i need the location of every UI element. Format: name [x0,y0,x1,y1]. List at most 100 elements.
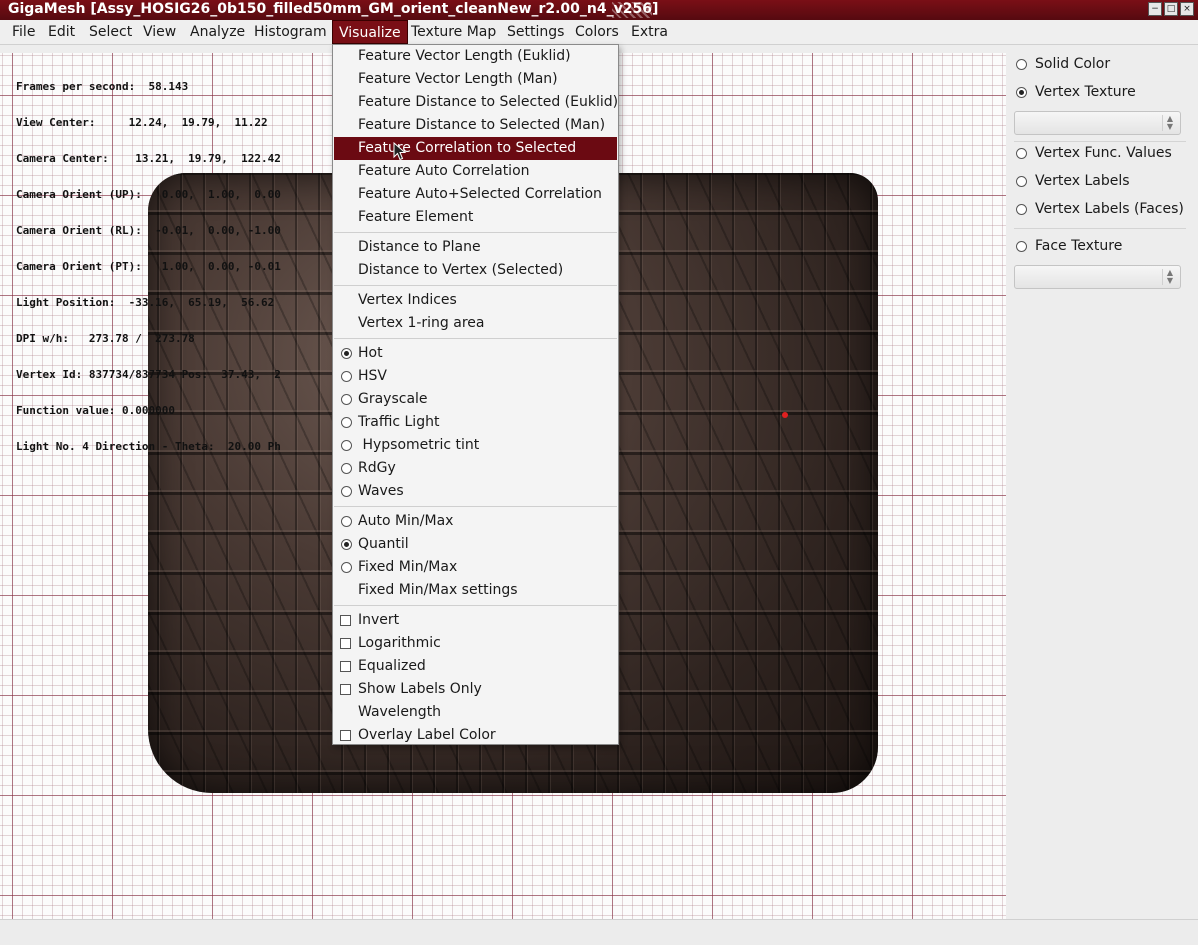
menu-visualize[interactable]: Visualize [332,20,408,44]
minimize-button[interactable]: − [1148,2,1162,16]
menu-item-logarithmic[interactable]: Logarithmic [334,632,617,655]
hud-line: Light Position: -33.16, 65.19, 56.62 [16,296,275,309]
hud-line: Function value: 0.000000 [16,404,175,417]
window-titlebar[interactable]: GigaMesh [Assy_HOSIG26_0b150_filled50mm_… [0,0,1198,20]
radio-button[interactable] [1016,203,1027,215]
hud-line: Light No. 4 Direction - Theta: 20.00 Ph [16,440,281,453]
radio-button[interactable] [1016,86,1027,98]
menu-item-show-labels-only[interactable]: Show Labels Only [334,678,617,701]
titlebar-grip [612,2,652,18]
face-texture-combo[interactable]: ▲ ▼ [1014,265,1181,289]
menu-extra[interactable]: Extra [625,20,674,44]
menu-separator [334,338,617,339]
menu-item-auto-min-max[interactable]: Auto Min/Max [334,510,617,533]
menu-edit[interactable]: Edit [42,20,81,44]
hud-line: Camera Orient (UP): 0.00, 1.00, 0.00 [16,188,281,201]
menu-item-colormap-hot[interactable]: Hot [334,342,617,365]
menu-item-feature-distance-selected-euklid[interactable]: Feature Distance to Selected (Euklid) [334,91,618,114]
menu-settings[interactable]: Settings [501,20,570,44]
radio-vertex-labels[interactable]: Vertex Labels [1016,170,1130,192]
menu-item-equalized[interactable]: Equalized [334,655,617,678]
menu-colors[interactable]: Colors [569,20,625,44]
menu-item-vertex-indices[interactable]: Vertex Indices [334,289,617,312]
radio-button[interactable] [341,463,352,474]
menu-separator [334,232,617,233]
menu-analyze[interactable]: Analyze [184,20,251,44]
radio-button[interactable] [341,440,352,451]
menu-item-feature-auto-correlation[interactable]: Feature Auto Correlation [334,160,617,183]
radio-label: Solid Color [1035,56,1111,72]
render-mode-panel: Solid Color Vertex Texture ▲ ▼ Vertex Fun… [1006,53,1198,919]
menu-item-quantil[interactable]: Quantil [334,533,617,556]
menu-item-colormap-grayscale[interactable]: Grayscale [334,388,617,411]
radio-vertex-labels-faces[interactable]: Vertex Labels (Faces) [1016,198,1184,220]
visualize-menu: Feature Vector Length (Euklid) Feature V… [332,44,619,745]
vertex-texture-combo[interactable]: ▲ ▼ [1014,111,1181,135]
radio-label: Vertex Texture [1035,84,1136,100]
radio-label: Vertex Labels (Faces) [1035,201,1184,217]
checkbox[interactable] [340,684,351,695]
window-controls: − □ × [1148,2,1194,16]
menu-item-colormap-waves[interactable]: Waves [334,480,617,503]
maximize-button[interactable]: □ [1164,2,1178,16]
menu-item-overlay-label-color[interactable]: Overlay Label Color [334,724,617,747]
radio-button[interactable] [1016,175,1027,187]
hud-line: Frames per second: 58.143 [16,80,189,93]
hud-line: Vertex Id: 837734/837734 Pos: 37.43, 2 [16,368,281,381]
window-title: GigaMesh [Assy_HOSIG26_0b150_filled50mm_… [8,1,659,17]
radio-button[interactable] [1016,240,1027,252]
radio-button[interactable] [341,417,352,428]
menu-item-fixed-min-max[interactable]: Fixed Min/Max [334,556,617,579]
menu-item-feature-auto-selected-correlation[interactable]: Feature Auto+Selected Correlation [334,183,617,206]
combo-arrows-icon: ▲ ▼ [1162,269,1177,285]
menu-item-fixed-min-max-settings[interactable]: Fixed Min/Max settings [334,579,617,602]
radio-button[interactable] [341,562,352,573]
menu-item-colormap-hsv[interactable]: HSV [334,365,617,388]
menu-separator [334,285,617,286]
menu-item-vertex-1-ring-area[interactable]: Vertex 1-ring area [334,312,617,335]
menu-histogram[interactable]: Histogram [248,20,333,44]
menu-item-feature-correlation-selected[interactable]: Feature Correlation to Selected [334,137,617,160]
hud-line: DPI w/h: 273.78 / 273.78 [16,332,195,345]
checkbox[interactable] [340,661,351,672]
menu-view[interactable]: View [137,20,182,44]
menu-item-colormap-traffic-light[interactable]: Traffic Light [334,411,617,434]
menu-texture-map[interactable]: Texture Map [405,20,502,44]
hud-line: View Center: 12.24, 19.79, 11.22 [16,116,268,129]
menu-item-colormap-hypsometric-tint[interactable]: Hypsometric tint [334,434,617,457]
radio-vertex-func-values[interactable]: Vertex Func. Values [1016,142,1172,164]
panel-separator [1014,228,1186,229]
close-button[interactable]: × [1180,2,1194,16]
radio-button[interactable] [341,539,352,550]
menu-separator [334,506,617,507]
checkbox[interactable] [340,615,351,626]
radio-face-texture[interactable]: Face Texture [1016,235,1122,257]
menu-file[interactable]: File [6,20,41,44]
menu-item-wavelength[interactable]: Wavelength [334,701,617,724]
menu-item-feature-vector-length-man[interactable]: Feature Vector Length (Man) [334,68,617,91]
radio-button[interactable] [341,486,352,497]
menu-item-colormap-rdgy[interactable]: RdGy [334,457,617,480]
menu-item-feature-distance-selected-man[interactable]: Feature Distance to Selected (Man) [334,114,617,137]
radio-vertex-texture[interactable]: Vertex Texture [1016,81,1136,103]
menu-select[interactable]: Select [83,20,138,44]
radio-solid-color[interactable]: Solid Color [1016,53,1110,75]
menu-item-invert[interactable]: Invert [334,609,617,632]
radio-button[interactable] [1016,58,1027,70]
checkbox[interactable] [340,638,351,649]
menu-item-distance-to-vertex[interactable]: Distance to Vertex (Selected) [334,259,617,282]
radio-button[interactable] [341,371,352,382]
hud-line: Camera Center: 13.21, 19.79, 122.42 [16,152,281,165]
menu-item-distance-to-plane[interactable]: Distance to Plane [334,236,617,259]
hud-line: Camera Orient (PT): 1.00, 0.00, -0.01 [16,260,281,273]
radio-button[interactable] [341,394,352,405]
hud-line: Camera Orient (RL): -0.01, 0.00, -1.00 [16,224,281,237]
selected-vertex-marker [782,412,788,418]
radio-button[interactable] [341,516,352,527]
radio-button[interactable] [341,348,352,359]
menu-item-feature-element[interactable]: Feature Element [334,206,617,229]
radio-button[interactable] [1016,147,1027,159]
radio-label: Vertex Labels [1035,173,1130,189]
checkbox[interactable] [340,730,351,741]
menu-item-feature-vector-length-euklid[interactable]: Feature Vector Length (Euklid) [334,45,617,68]
